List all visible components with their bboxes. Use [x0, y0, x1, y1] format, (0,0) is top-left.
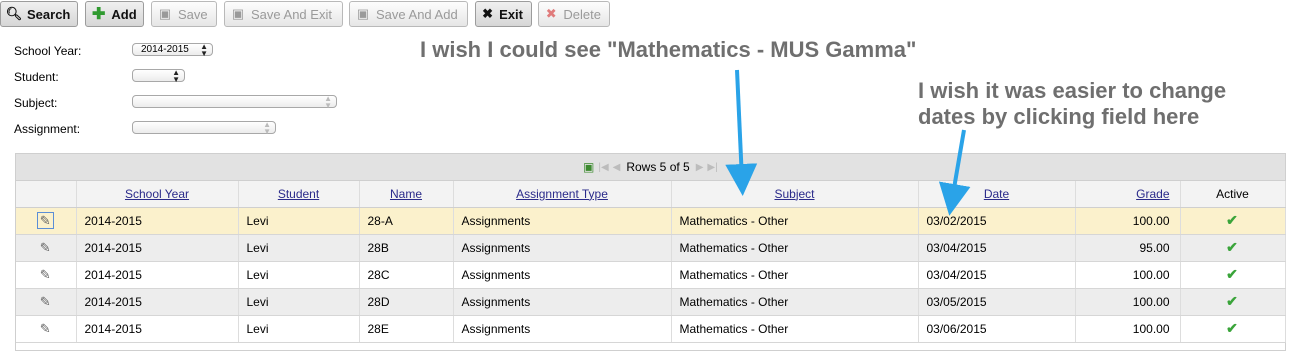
annotation-subject: I wish I could see "Mathematics - MUS Ga…	[420, 37, 917, 62]
annotation-date-line1: I wish it was easier to change	[918, 78, 1227, 103]
annotation-date-line2: dates by clicking field here	[918, 104, 1200, 129]
date-arrow	[938, 129, 971, 216]
subject-arrow	[725, 69, 758, 196]
